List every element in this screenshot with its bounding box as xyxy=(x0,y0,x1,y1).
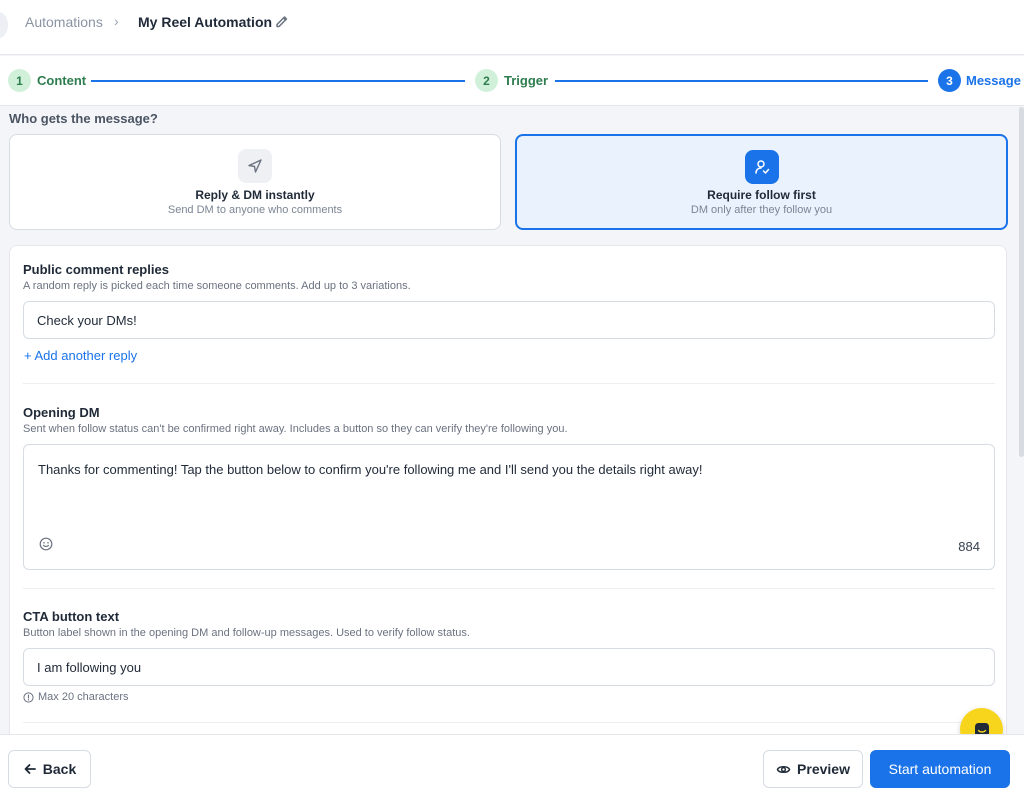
public-replies-title: Public comment replies xyxy=(23,262,169,277)
step-1-label[interactable]: Content xyxy=(37,73,86,88)
audience-question: Who gets the message? xyxy=(9,111,158,126)
cta-hint: Max 20 characters xyxy=(23,691,128,703)
cta-button-text-input[interactable] xyxy=(23,648,995,686)
step-2-label[interactable]: Trigger xyxy=(504,73,548,88)
step-3-number[interactable]: 3 xyxy=(938,69,961,92)
add-another-reply-link[interactable]: + Add another reply xyxy=(24,348,137,363)
option-subtitle: Send DM to anyone who comments xyxy=(167,204,343,216)
arrow-left-icon xyxy=(24,764,36,774)
step-1-number[interactable]: 1 xyxy=(8,69,31,92)
start-automation-button[interactable]: Start automation xyxy=(870,750,1010,788)
step-2-number[interactable]: 2 xyxy=(475,69,498,92)
opening-dm-text[interactable]: Thanks for commenting! Tap the button be… xyxy=(38,461,978,478)
preview-button[interactable]: Preview xyxy=(763,750,863,788)
eye-icon xyxy=(776,765,791,773)
header-edge-button[interactable] xyxy=(0,12,8,38)
character-count: 884 xyxy=(958,539,980,554)
progress-stepper: 1 Content 2 Trigger 3 Message xyxy=(0,56,1024,106)
cta-hint-text: Max 20 characters xyxy=(38,691,129,703)
step-connector xyxy=(555,80,928,82)
divider xyxy=(23,383,995,384)
cta-help: Button label shown in the opening DM and… xyxy=(23,627,470,639)
step-3-label[interactable]: Message xyxy=(966,73,1021,88)
option-title: Reply & DM instantly xyxy=(195,188,315,202)
info-icon xyxy=(23,691,34,703)
emoji-icon[interactable] xyxy=(36,534,56,554)
divider xyxy=(23,588,995,589)
opening-dm-title: Opening DM xyxy=(23,405,100,420)
step-connector xyxy=(91,80,465,82)
send-icon xyxy=(248,159,262,173)
scrollbar[interactable] xyxy=(1019,107,1024,457)
pencil-icon[interactable] xyxy=(274,14,290,30)
back-button-label: Back xyxy=(42,761,77,777)
public-replies-help: A random reply is picked each time someo… xyxy=(23,280,411,292)
page-title: My Reel Automation xyxy=(138,14,273,30)
chevron-right-icon: › xyxy=(114,13,119,29)
back-button[interactable]: Back xyxy=(8,750,91,788)
opening-dm-help: Sent when follow status can't be confirm… xyxy=(23,423,568,435)
footer-bar: Back Preview Start automation xyxy=(0,734,1024,795)
divider xyxy=(23,722,995,723)
public-reply-input[interactable] xyxy=(23,301,995,339)
option-title: Require follow first xyxy=(707,188,816,202)
user-check-icon-box xyxy=(744,150,779,184)
opening-dm-textarea[interactable]: Thanks for commenting! Tap the button be… xyxy=(23,444,995,570)
option-reply-dm-instantly[interactable]: Reply & DM instantly Send DM to anyone w… xyxy=(9,134,501,230)
breadcrumb-automations[interactable]: Automations xyxy=(25,14,103,30)
preview-button-label: Preview xyxy=(797,761,850,777)
send-icon-box xyxy=(238,149,272,183)
option-subtitle: DM only after they follow you xyxy=(690,204,833,216)
user-check-icon xyxy=(754,160,769,174)
top-header: Automations › My Reel Automation xyxy=(0,0,1024,55)
cta-title: CTA button text xyxy=(23,609,120,624)
message-settings-card: Public comment replies A random reply is… xyxy=(9,245,1007,745)
option-require-follow-first[interactable]: Require follow first DM only after they … xyxy=(515,134,1008,230)
